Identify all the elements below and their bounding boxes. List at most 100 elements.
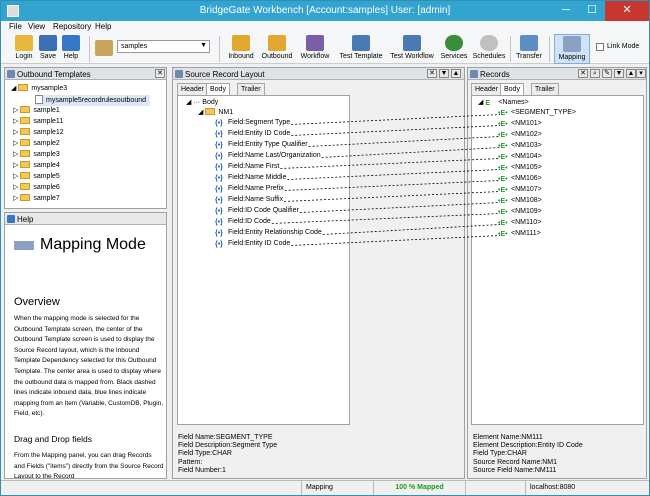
menu-repository[interactable]: Repository	[53, 22, 91, 31]
source-field-item[interactable]: {•} Field:Entity Type Qualifier	[215, 141, 308, 152]
tree-item-label: sample2	[33, 140, 60, 147]
tab-trailer[interactable]: Trailer	[531, 83, 559, 95]
help-heading: Mapping Mode	[40, 236, 146, 253]
menu-view[interactable]: View	[28, 22, 45, 31]
tree-item[interactable]: ▷ sample11	[13, 117, 63, 128]
close-icon[interactable]: ✕	[155, 69, 165, 78]
tree-item-label: NM1	[218, 109, 234, 116]
search-icon[interactable]: ⌕	[590, 69, 600, 78]
link-mode-checkbox[interactable]	[596, 43, 604, 51]
account-icon-button[interactable]	[95, 34, 113, 64]
workflow-button[interactable]: Workflow	[298, 34, 332, 64]
toolbar-separator	[89, 36, 90, 62]
dropdown-icon[interactable]: ▾	[636, 69, 646, 78]
schedules-button[interactable]: Schedules	[471, 34, 507, 64]
field-icon: {•}	[215, 219, 223, 226]
field-label: Field:Name Last/Organization	[228, 152, 321, 159]
mapping-button[interactable]: Mapping	[554, 34, 590, 64]
field-label: Field:Entity Type Qualifier	[228, 141, 308, 148]
detail-field-description: Field Description:Segment Type	[178, 442, 278, 450]
source-field-item[interactable]: {•} Field:Name First	[215, 163, 279, 174]
folder-icon	[20, 139, 31, 146]
tab-header[interactable]: Header	[177, 83, 208, 95]
record-element-item[interactable]: •E• <NM108>	[498, 197, 542, 208]
test-template-icon	[352, 35, 370, 51]
help-button[interactable]: Help	[61, 34, 81, 64]
close-button[interactable]: ✕	[605, 1, 649, 21]
tree-item[interactable]: ▷ sample5	[13, 172, 60, 183]
record-element-item[interactable]: •E• <NM104>	[498, 153, 542, 164]
source-record-panel: Source Record Layout ✕ ▼ ▲ Header Body Tra…	[172, 67, 465, 479]
source-field-item[interactable]: {•} Field:ID Code Qualifier	[215, 207, 299, 218]
test-workflow-button[interactable]: Test Workflow	[387, 34, 437, 64]
pencil-icon[interactable]: ✎	[602, 69, 612, 78]
record-element-item[interactable]: •E• <NM110>	[498, 219, 541, 230]
menu-file[interactable]: File	[9, 22, 22, 31]
login-button[interactable]: Login	[13, 34, 35, 64]
tab-trailer[interactable]: Trailer	[237, 83, 265, 95]
tree-item[interactable]: ▷ sample7	[13, 194, 60, 205]
element-icon: •E•	[498, 209, 508, 216]
collapse-icon[interactable]: ▲	[626, 69, 636, 78]
source-field-item[interactable]: {•} Field:Entity ID Code	[215, 240, 290, 251]
source-field-item[interactable]: {•} Field:Name Suffix	[215, 196, 283, 207]
tab-header[interactable]: Header	[471, 83, 502, 95]
users-icon	[95, 40, 113, 56]
maximize-button[interactable]: ☐	[579, 1, 605, 21]
status-mapped: 100 % Mapped	[373, 481, 465, 495]
tree-item-record[interactable]: ◢ NM1	[198, 108, 233, 119]
record-element-item[interactable]: •E• <NM106>	[498, 175, 542, 186]
record-element-item[interactable]: •E• <NM102>	[498, 131, 542, 142]
tree-item-mysample3[interactable]: ◢ mysample3	[11, 84, 67, 95]
tree-item[interactable]: ▷ sample12	[13, 128, 64, 139]
element-label: <SEGMENT_TYPE>	[511, 109, 576, 116]
source-field-item[interactable]: {•} Field:Entity Relationship Code	[215, 229, 322, 240]
source-field-item[interactable]: {•} Field:Name Middle	[215, 174, 286, 185]
element-icon: •E•	[498, 231, 508, 238]
tree-item-names[interactable]: ◢ E <Names>	[478, 98, 529, 109]
record-element-item[interactable]: •E• <SEGMENT_TYPE>	[498, 109, 576, 120]
source-field-item[interactable]: {•} Field:Segment Type	[215, 119, 290, 130]
tree-item[interactable]: ▷ sample6	[13, 183, 60, 194]
services-button[interactable]: Services	[439, 34, 469, 64]
tree-item-selected[interactable]: mysample5recordrulesoutbound	[35, 95, 150, 106]
expand-icon[interactable]: ▼	[614, 69, 624, 78]
record-element-item[interactable]: •E• <NM105>	[498, 164, 542, 175]
record-element-item[interactable]: •E• <NM111>	[498, 230, 541, 241]
folder-icon	[205, 108, 216, 115]
source-record-title: Source Record Layout	[185, 70, 265, 79]
source-field-item[interactable]: {•} Field:Name Prefix	[215, 185, 284, 196]
tree-item-label: <Names>	[498, 99, 529, 106]
overview-text: When the mapping mode is selected for th…	[14, 315, 164, 418]
element-label: <NM102>	[511, 131, 542, 138]
account-select[interactable]: samples ▼	[117, 40, 210, 53]
record-element-item[interactable]: •E• <NM109>	[498, 208, 542, 219]
record-element-item[interactable]: •E• <NM103>	[498, 142, 542, 153]
tree-item[interactable]: ▷ sample1	[13, 106, 60, 117]
help-panel: Help Mapping Mode Overview When the mapp…	[4, 212, 167, 479]
source-field-item[interactable]: {•} Field:ID Code	[215, 218, 271, 229]
close-icon[interactable]: ✕	[427, 69, 437, 78]
transfer-button[interactable]: Transfer	[514, 34, 544, 64]
outbound-button[interactable]: Outbound	[259, 34, 295, 64]
help-icon	[62, 35, 80, 51]
record-element-item[interactable]: •E• <NM107>	[498, 186, 542, 197]
save-button[interactable]: Save	[38, 34, 58, 64]
tree-item[interactable]: ▷ sample4	[13, 161, 60, 172]
expand-icon[interactable]: ▼	[439, 69, 449, 78]
source-field-item[interactable]: {•} Field:Name Last/Organization	[215, 152, 321, 163]
document-icon	[35, 95, 43, 104]
minimize-button[interactable]: ─	[553, 1, 579, 21]
field-icon: {•}	[215, 153, 223, 160]
status-mode: Mapping	[301, 481, 373, 495]
inbound-button[interactable]: Inbound	[226, 34, 256, 64]
detail-field-name: Field Name:SEGMENT_TYPE	[178, 434, 273, 441]
close-icon[interactable]: ✕	[578, 69, 588, 78]
tree-item[interactable]: ▷ sample2	[13, 139, 60, 150]
source-field-item[interactable]: {•} Field:Entity ID Code	[215, 130, 290, 141]
menu-help[interactable]: Help	[95, 22, 111, 31]
record-element-item[interactable]: •E• <NM101>	[498, 120, 542, 131]
collapse-icon[interactable]: ▲	[451, 69, 461, 78]
tree-item[interactable]: ▷ sample3	[13, 150, 60, 161]
test-template-button[interactable]: Test Template	[337, 34, 385, 64]
